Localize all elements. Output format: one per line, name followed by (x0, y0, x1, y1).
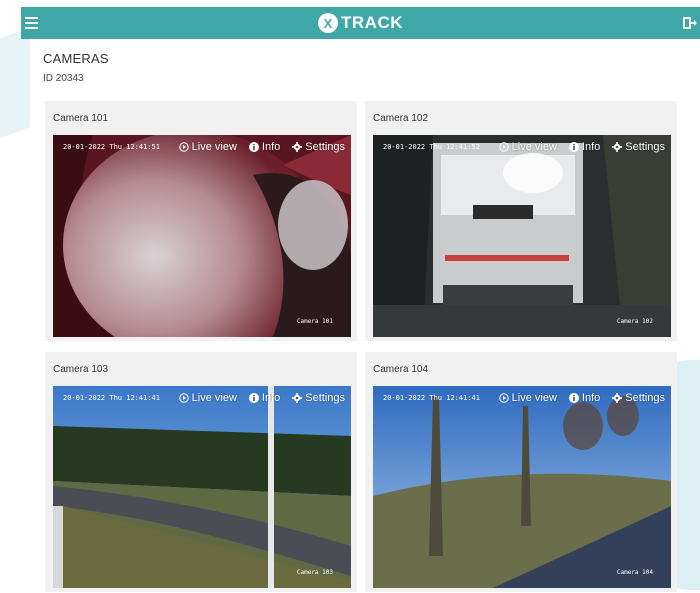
gear-icon (292, 142, 303, 152)
camera-card-title: Camera 101 (53, 113, 109, 124)
logout-icon[interactable] (682, 15, 698, 31)
info-button[interactable]: Info (248, 141, 281, 153)
osd-timestamp: 20-01-2022 Thu 12:41:41 (383, 394, 480, 402)
feed-actions: Live view Info Settings (178, 392, 345, 404)
info-icon (248, 142, 259, 152)
settings-label: Settings (305, 392, 345, 404)
info-label: Info (261, 141, 281, 153)
live-view-label: Live view (511, 392, 557, 404)
camera-feed[interactable]: 20-01-2022 Thu 12:41:41 Camera 104 Live … (373, 386, 671, 588)
osd-camera-name: Camera 103 (296, 569, 333, 576)
settings-label: Settings (305, 141, 345, 153)
camera-feed-image (373, 386, 671, 588)
hamburger-menu-icon[interactable] (25, 13, 43, 33)
page-title: CAMERAS (43, 51, 109, 66)
settings-button[interactable]: Settings (292, 392, 345, 404)
info-icon (568, 393, 579, 403)
camera-feed-image (53, 386, 351, 588)
settings-button[interactable]: Settings (612, 141, 665, 153)
camera-feed-image (373, 135, 671, 337)
live-view-button[interactable]: Live view (178, 392, 237, 404)
info-label: Info (261, 392, 281, 404)
camera-card-104: Camera 104 20-01-2022 Thu 12:41:41 Camer… (365, 352, 677, 592)
osd-timestamp: 20-01-2022 Thu 12:41:52 (383, 143, 480, 151)
play-circle-icon (178, 142, 189, 152)
osd-camera-name: Camera 102 (616, 318, 653, 325)
info-button[interactable]: Info (568, 392, 601, 404)
settings-button[interactable]: Settings (292, 141, 345, 153)
camera-card-102: Camera 102 20-01-2022 Thu 12:41:52 Camer… (365, 101, 677, 341)
camera-card-title: Camera 103 (53, 364, 109, 375)
top-bar: X TRACK (21, 7, 700, 39)
feed-actions: Live view Info Settings (178, 141, 345, 153)
settings-button[interactable]: Settings (612, 392, 665, 404)
camera-feed-image (53, 135, 351, 337)
live-view-label: Live view (511, 141, 557, 153)
info-label: Info (581, 141, 601, 153)
live-view-button[interactable]: Live view (498, 141, 557, 153)
info-button[interactable]: Info (568, 141, 601, 153)
live-view-label: Live view (191, 392, 237, 404)
live-view-button[interactable]: Live view (178, 141, 237, 153)
camera-feed[interactable]: 20-01-2022 Thu 12:41:52 Camera 102 Live … (373, 135, 671, 337)
info-icon (248, 393, 259, 403)
brand-logo[interactable]: X TRACK (318, 13, 403, 33)
brand-name: TRACK (341, 13, 403, 32)
camera-card-title: Camera 104 (373, 364, 429, 375)
camera-card-101: Camera 101 20-01-2022 Thu 12:41:51 Camer… (45, 101, 357, 341)
camera-card-title: Camera 102 (373, 113, 429, 124)
info-button[interactable]: Info (248, 392, 281, 404)
feed-actions: Live view Info Settings (498, 392, 665, 404)
play-circle-icon (498, 393, 509, 403)
settings-label: Settings (625, 392, 665, 404)
camera-feed[interactable]: 20-01-2022 Thu 12:41:41 Camera 103 Live … (53, 386, 351, 588)
settings-label: Settings (625, 141, 665, 153)
gear-icon (292, 393, 303, 403)
live-view-label: Live view (191, 141, 237, 153)
camera-card-103: Camera 103 20-01-2022 Thu 12:41:41 Camer… (45, 352, 357, 592)
play-circle-icon (498, 142, 509, 152)
osd-timestamp: 20-01-2022 Thu 12:41:41 (63, 394, 160, 402)
play-circle-icon (178, 393, 189, 403)
live-view-button[interactable]: Live view (498, 392, 557, 404)
osd-timestamp: 20-01-2022 Thu 12:41:51 (63, 143, 160, 151)
feed-actions: Live view Info Settings (498, 141, 665, 153)
brand-mark-icon: X (318, 13, 338, 33)
osd-camera-name: Camera 101 (296, 318, 333, 325)
osd-camera-name: Camera 104 (616, 569, 653, 576)
camera-feed[interactable]: 20-01-2022 Thu 12:41:51 Camera 101 Live … (53, 135, 351, 337)
background-decoration (0, 27, 30, 153)
info-label: Info (581, 392, 601, 404)
gear-icon (612, 142, 623, 152)
info-icon (568, 142, 579, 152)
device-id: ID 20343 (43, 73, 84, 84)
gear-icon (612, 393, 623, 403)
